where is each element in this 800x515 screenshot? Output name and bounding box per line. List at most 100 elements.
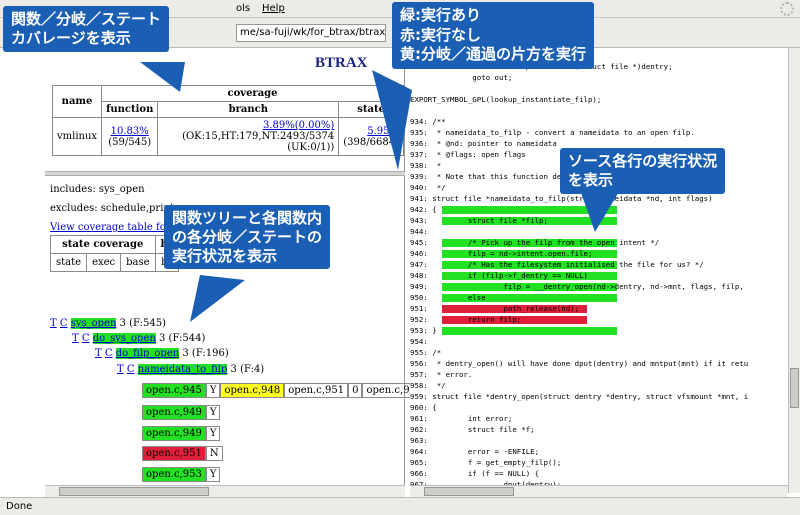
- menu-help[interactable]: Help: [262, 3, 285, 14]
- code-line: 962: struct file *f;: [410, 425, 788, 434]
- code-line-text: 955: /*: [410, 348, 442, 357]
- branch-location-link[interactable]: open.c,945: [142, 383, 206, 398]
- branch-location-link[interactable]: open.c,953: [142, 467, 206, 482]
- branch-target-link[interactable]: open.c,948: [220, 383, 285, 398]
- tree-code-link[interactable]: C: [60, 318, 68, 329]
- code-line: 955: /*: [410, 348, 788, 357]
- code-line-text: 940: */: [410, 183, 446, 192]
- code-line: 944:: [410, 227, 788, 236]
- code-line: 961: int error;: [410, 414, 788, 423]
- state-col: state: [49, 253, 88, 272]
- tree-trace-link[interactable]: T: [95, 348, 102, 359]
- code-line: 943: struct file *filp;: [410, 216, 788, 226]
- right-vertical-scrollbar[interactable]: [788, 48, 800, 493]
- code-line: 950: else: [410, 293, 788, 303]
- function-counts: (59/545): [108, 136, 152, 148]
- state-counts: (398/6684): [343, 136, 399, 148]
- branch-count: 0: [348, 383, 363, 398]
- tree-trace-link[interactable]: T: [117, 364, 124, 375]
- code-line-text: 942: {: [410, 205, 437, 214]
- callout-source: ソース各行の実行状況 を表示: [560, 148, 726, 194]
- view-coverage-link[interactable]: View coverage table for: [50, 222, 171, 233]
- code-line: 953: }: [410, 326, 788, 336]
- tree-function-link[interactable]: do_sys_open: [92, 333, 156, 344]
- filter-info: includes: sys_open excludes: schedule,pr…: [50, 180, 174, 237]
- tree-node-do-sys-open: T C do_sys_open 3 (F:544): [72, 333, 205, 344]
- branch-row: open.c,949 Y: [142, 426, 221, 441]
- tree-node-meta: 3 (F:545): [119, 318, 166, 329]
- code-line-text: 958: */: [410, 381, 446, 390]
- code-line: 934: /**: [410, 117, 788, 126]
- url-field[interactable]: me/sa-fuji/wk/for_btrax/btrax.fi: [236, 24, 386, 42]
- callout-text: ソース各行の実行状況: [568, 152, 718, 170]
- code-line-text: 937: * @flags: open flags: [410, 150, 526, 159]
- line-highlight: [442, 206, 617, 215]
- code-line-text: 954:: [410, 337, 428, 346]
- code-line-text: 950: else: [410, 293, 486, 302]
- branch-row: open.c,945 Yopen.c,948 open.c,951 0 open.c,9…: [142, 383, 441, 398]
- code-line: 954:: [410, 337, 788, 346]
- code-line-text: 938: *: [410, 161, 442, 170]
- code-line: 949: filp = __dentry_open(nd->dentry, nd…: [410, 282, 788, 292]
- state-header: state: [338, 101, 404, 118]
- frame-splitter[interactable]: [45, 171, 405, 176]
- code-line: 956: * dentry_open() will have done dput…: [410, 359, 788, 368]
- code-line-text: 957: * error.: [410, 370, 473, 379]
- code-line-text: 945: /* Pick up the filp from the open i…: [410, 238, 660, 247]
- tree-trace-link[interactable]: T: [72, 333, 79, 344]
- tree-code-link[interactable]: C: [82, 333, 90, 344]
- status-text: Done: [6, 501, 33, 512]
- tree-function-link[interactable]: sys_open: [70, 318, 117, 329]
- code-line-text: 943: struct file *filp;: [410, 216, 548, 225]
- code-line: 941: struct file *nameidata_to_filp(stru…: [410, 194, 788, 203]
- state-coverage-header: state coverage: [50, 235, 156, 254]
- code-line-text: 963:: [410, 436, 428, 445]
- branch-location-link[interactable]: open.c,949: [142, 405, 206, 420]
- callout-text: 関数／分岐／ステート: [11, 10, 162, 28]
- branch-result: Y: [205, 467, 221, 482]
- callout-text: を表示: [568, 170, 614, 189]
- branch-row: open.c,953 Y: [142, 467, 221, 482]
- tree-node-meta: 3 (F:544): [159, 333, 206, 344]
- left-horizontal-scrollbar[interactable]: [45, 485, 405, 497]
- code-line: 946: filp = nd->intent.open.file;: [410, 249, 788, 259]
- code-line-text: 961: int error;: [410, 414, 513, 423]
- code-line-text: 941: struct file *nameidata_to_filp(stru…: [410, 194, 713, 203]
- branch-target-link[interactable]: open.c,951: [284, 383, 349, 398]
- code-line: 947: /* Has the filesystem initialised t…: [410, 260, 788, 270]
- tree-code-link[interactable]: C: [127, 364, 135, 375]
- code-line: 966: if (f == NULL) {: [410, 469, 788, 478]
- code-line-text: 964: error = -ENFILE;: [410, 447, 540, 456]
- tree-node-sys-open: T C sys_open 3 (F:545): [50, 318, 166, 329]
- code-line-text: 953: }: [410, 326, 437, 335]
- code-line-text: 966: if (f == NULL) {: [410, 469, 540, 478]
- code-line: 963:: [410, 436, 788, 445]
- menu-tools[interactable]: ols: [236, 3, 250, 14]
- code-line: 964: error = -ENFILE;: [410, 447, 788, 456]
- code-line-text: 946: filp = nd->intent.open.file;: [410, 249, 593, 258]
- state-coverage-link[interactable]: 5.95%: [367, 126, 399, 137]
- callout-legend: 緑:実行あり 赤:実行なし 黄:分岐／通過の片方を実行: [392, 2, 594, 69]
- code-line: 958: */: [410, 381, 788, 390]
- function-header: function: [101, 101, 159, 118]
- code-line-text: 962: struct file *f;: [410, 425, 535, 434]
- code-line: 960: {: [410, 403, 788, 412]
- branch-result: Y: [205, 405, 221, 420]
- tree-function-link[interactable]: nameidata_to_filp: [137, 364, 228, 375]
- function-coverage-link[interactable]: 10.83%: [111, 126, 149, 137]
- tree-function-link[interactable]: do_filp_open: [115, 348, 180, 359]
- branch-location-link[interactable]: open.c,951: [142, 446, 206, 461]
- right-horizontal-scrollbar[interactable]: [410, 485, 788, 497]
- code-line: 942: {: [410, 205, 788, 215]
- branch-location-link[interactable]: open.c,949: [142, 426, 206, 441]
- code-line-text: 948: if (filp->f_dentry == NULL): [410, 271, 588, 280]
- tree-node-meta: 3 (F:4): [230, 364, 265, 375]
- branch-coverage-link[interactable]: 3.89%(0.00%): [263, 120, 334, 131]
- tree-trace-link[interactable]: T: [50, 318, 57, 329]
- branch-row: open.c,949 Y: [142, 405, 221, 420]
- code-line: 959: struct file *dentry_open(struct den…: [410, 392, 788, 401]
- code-line: 957: * error.: [410, 370, 788, 379]
- tree-code-link[interactable]: C: [105, 348, 113, 359]
